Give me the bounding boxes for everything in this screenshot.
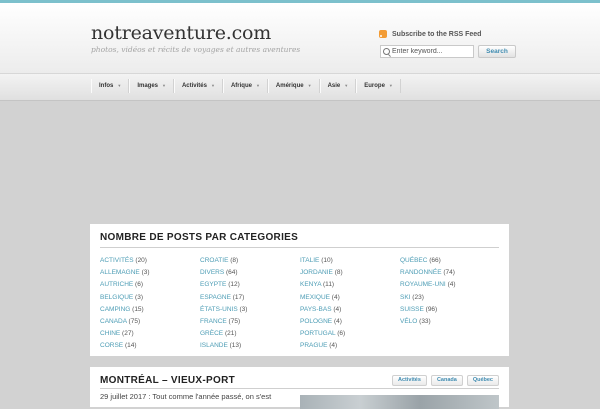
rss-subscribe[interactable]: Subscribe to the RSS Feed (379, 30, 481, 38)
category-item[interactable]: FRANCE (75) (200, 316, 247, 328)
category-item[interactable]: SKI (23) (400, 292, 456, 304)
main-navigation: Infos ▼ Images ▼ Activités ▼ Afrique ▼ Améri… (0, 73, 600, 101)
category-item[interactable]: QUÉBEC (66) (400, 255, 456, 267)
category-item[interactable]: SUISSE (96) (400, 304, 456, 316)
category-item[interactable]: ISLANDE (13) (200, 340, 247, 352)
category-item[interactable]: ÉTATS-UNIS (3) (200, 304, 247, 316)
categories-title: NOMBRE DE POSTS PAR CATEGORIES (100, 232, 299, 243)
category-item[interactable]: CROATIE (8) (200, 255, 247, 267)
chevron-down-icon: ▼ (117, 83, 122, 88)
category-item[interactable]: CORSE (14) (100, 340, 150, 352)
site-title[interactable]: notreaventure.com (91, 22, 271, 44)
nav-item-afrique[interactable]: Afrique ▼ (222, 79, 268, 93)
category-item[interactable]: PORTUGAL (6) (300, 328, 345, 340)
category-item[interactable]: CHINE (27) (100, 328, 150, 340)
nav-item-asie[interactable]: Asie ▼ (319, 79, 357, 93)
chevron-down-icon: ▼ (307, 83, 312, 88)
post-tags: Activités Canada Québec (392, 375, 499, 386)
category-item[interactable]: ROYAUME-UNI (4) (400, 279, 456, 291)
nav-list: Infos ▼ Images ▼ Activités ▼ Afrique ▼ Améri… (91, 79, 401, 93)
category-item[interactable]: JORDANIE (8) (300, 267, 345, 279)
category-item[interactable]: EGYPTE (12) (200, 279, 247, 291)
post-panel: MONTRÉAL – VIEUX-PORT Activités Canada Q… (90, 367, 509, 409)
category-item[interactable]: GRÈCE (21) (200, 328, 247, 340)
search-input[interactable] (392, 46, 468, 57)
category-item[interactable]: ESPAGNE (17) (200, 292, 247, 304)
category-item[interactable]: AUTRICHE (6) (100, 279, 150, 291)
category-item[interactable]: KENYA (11) (300, 279, 345, 291)
divider (100, 388, 499, 389)
search-icon (383, 48, 390, 55)
site-tagline: photos, vidéos et récits de voyages et a… (91, 45, 301, 54)
nav-item-europe[interactable]: Europe ▼ (356, 79, 401, 93)
category-item[interactable]: BELGIQUE (3) (100, 292, 150, 304)
category-item[interactable]: RANDONNÉE (74) (400, 267, 456, 279)
divider (100, 247, 499, 248)
site-header: notreaventure.com photos, vidéos et réci… (0, 3, 600, 73)
category-column: ITALIE (10) JORDANIE (8) KENYA (11) MEXI… (300, 255, 345, 353)
search-box[interactable] (380, 45, 474, 58)
category-item[interactable]: PRAGUE (4) (300, 340, 345, 352)
chevron-down-icon: ▼ (210, 83, 215, 88)
nav-item-amerique[interactable]: Amérique ▼ (267, 79, 320, 93)
nav-item-infos[interactable]: Infos ▼ (91, 79, 130, 93)
post-title[interactable]: MONTRÉAL – VIEUX-PORT (100, 375, 235, 386)
category-item[interactable]: DIVERS (64) (200, 267, 247, 279)
post-thumbnail[interactable] (300, 395, 499, 409)
category-column: CROATIE (8) DIVERS (64) EGYPTE (12) ESPA… (200, 255, 247, 353)
chevron-down-icon: ▼ (344, 83, 349, 88)
category-item[interactable]: VÉLO (33) (400, 316, 456, 328)
tag-button[interactable]: Canada (430, 375, 463, 386)
search-button[interactable]: Search (478, 45, 516, 58)
category-item[interactable]: MEXIQUE (4) (300, 292, 345, 304)
rss-icon[interactable] (379, 30, 387, 38)
tag-button[interactable]: Activités (392, 375, 427, 386)
categories-panel: NOMBRE DE POSTS PAR CATEGORIES ACTIVITÉS… (90, 224, 509, 356)
tag-button[interactable]: Québec (466, 375, 499, 386)
category-item[interactable]: PAYS-BAS (4) (300, 304, 345, 316)
category-column: ACTIVITÉS (20) ALLEMAGNE (3) AUTRICHE (6… (100, 255, 150, 353)
chevron-down-icon: ▼ (162, 83, 166, 88)
nav-item-activites[interactable]: Activités ▼ (173, 79, 223, 93)
category-column: QUÉBEC (66) RANDONNÉE (74) ROYAUME-UNI (… (400, 255, 456, 328)
category-item[interactable]: ITALIE (10) (300, 255, 345, 267)
chevron-down-icon: ▼ (388, 83, 393, 88)
category-item[interactable]: CANADA (75) (100, 316, 150, 328)
category-item[interactable]: POLOGNE (4) (300, 316, 345, 328)
nav-item-images[interactable]: Images ▼ (129, 79, 174, 93)
rss-link[interactable]: Subscribe to the RSS Feed (392, 31, 481, 38)
category-item[interactable]: ALLEMAGNE (3) (100, 267, 150, 279)
search-form: Search (380, 45, 516, 58)
category-item[interactable]: CAMPING (15) (100, 304, 150, 316)
category-item[interactable]: ACTIVITÉS (20) (100, 255, 150, 267)
chevron-down-icon: ▼ (255, 83, 260, 88)
